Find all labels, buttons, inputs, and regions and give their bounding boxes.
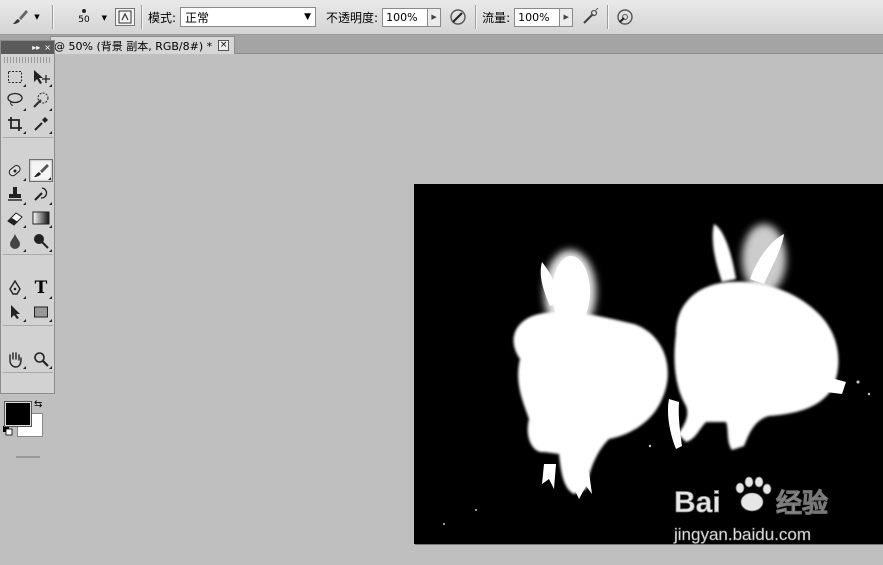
brush-tool-icon[interactable] — [29, 159, 53, 182]
chevron-down-icon: ▼ — [34, 13, 40, 21]
move-tool-icon[interactable] — [29, 65, 53, 88]
path-selection-tool-icon[interactable] — [3, 300, 27, 323]
tablet-opacity-button[interactable] — [447, 6, 469, 28]
foreground-color-swatch[interactable] — [4, 401, 32, 427]
divider — [52, 5, 53, 29]
close-icon[interactable]: × — [44, 43, 51, 52]
baidu-jingyan-watermark: Bai 经验 jingyan.baidu.com — [672, 468, 877, 548]
chevron-down-icon: ▼ — [101, 14, 107, 22]
swap-colors-icon[interactable]: ⇆ — [34, 399, 42, 410]
options-bar: ▼ 50 ▼ 模式: 正常 ▼ 不透明度: 100% ▶ 流量: 100% ▶ — [0, 0, 883, 35]
watermark-logo-suffix: 经验 — [776, 488, 828, 518]
chevron-down-icon: ▼ — [304, 12, 312, 22]
lasso-tool-icon[interactable] — [3, 89, 27, 112]
divider — [3, 324, 53, 326]
flow-slider-button[interactable]: ▶ — [560, 7, 574, 27]
airbrush-button[interactable] — [579, 6, 601, 28]
zoom-tool-icon[interactable] — [29, 347, 53, 370]
quick-mask-button[interactable] — [15, 456, 40, 458]
mode-label: 模式: — [148, 10, 177, 25]
flow-input[interactable]: 100% — [514, 7, 561, 27]
airbrush-icon — [583, 8, 599, 24]
document-tab[interactable]: @ 50% (背景 副本, RGB/8#) * × — [50, 36, 235, 54]
pressure-opacity-icon — [450, 9, 466, 25]
tool-preset-picker[interactable]: ▼ — [0, 0, 46, 34]
document-tab-title: @ 50% (背景 副本, RGB/8#) * — [54, 39, 213, 53]
brush-panel-toggle-button[interactable] — [115, 8, 135, 26]
brush-tip-icon — [82, 9, 86, 13]
marquee-tool-icon[interactable] — [3, 65, 27, 88]
type-tool-icon[interactable]: T — [29, 277, 53, 300]
quick-selection-tool-icon[interactable] — [29, 89, 53, 112]
type-glyph: T — [34, 278, 48, 298]
default-colors-icon[interactable] — [3, 426, 13, 436]
divider — [607, 5, 609, 29]
crop-tool-icon[interactable] — [3, 112, 27, 135]
opacity-slider-button[interactable]: ▶ — [428, 7, 442, 27]
history-brush-tool-icon[interactable] — [29, 183, 53, 206]
pen-tool-icon[interactable] — [3, 277, 27, 300]
color-swatches: ⇆ — [1, 398, 54, 450]
tools-panel-header[interactable]: ▸▸ × — [1, 41, 54, 54]
hand-tool-icon[interactable] — [3, 347, 27, 370]
close-icon[interactable]: × — [218, 40, 230, 51]
healing-brush-tool-icon[interactable] — [3, 159, 27, 182]
rabbit-left-silhouette — [513, 250, 668, 499]
divider — [3, 371, 53, 373]
flow-label: 流量: — [482, 10, 511, 25]
baidu-paw-icon — [735, 476, 772, 512]
eraser-tool-icon[interactable] — [3, 206, 27, 229]
rectangle-tool-icon[interactable] — [29, 300, 53, 323]
eyedropper-tool-icon[interactable] — [29, 112, 53, 135]
divider — [3, 254, 53, 255]
dodge-tool-icon[interactable] — [29, 230, 53, 253]
tools-panel: ▸▸ × T ⇆ — [0, 40, 55, 458]
divider — [3, 136, 53, 138]
clone-stamp-tool-icon[interactable] — [3, 183, 27, 206]
watermark-logo-text: Bai — [674, 486, 721, 519]
opacity-label: 不透明度: — [326, 10, 379, 25]
watermark-url: jingyan.baidu.com — [673, 525, 811, 544]
mode-value: 正常 — [185, 10, 210, 25]
pressure-size-icon — [617, 9, 633, 25]
brush-icon — [13, 10, 29, 24]
blur-tool-icon[interactable] — [3, 230, 27, 253]
brush-preset-picker[interactable]: 50 ▼ — [59, 0, 109, 34]
divider — [141, 5, 142, 29]
document-tab-strip: @ 50% (背景 副本, RGB/8#) * × — [0, 35, 883, 54]
gradient-tool-icon[interactable] — [29, 206, 53, 229]
collapse-icon[interactable]: ▸▸ — [32, 43, 40, 52]
brush-panel-icon — [118, 10, 132, 24]
rabbit-right-silhouette — [667, 224, 846, 450]
opacity-input[interactable]: 100% — [382, 7, 429, 27]
brush-size: 50 — [78, 15, 90, 25]
mode-select[interactable]: 正常 ▼ — [180, 7, 317, 27]
tablet-size-button[interactable] — [614, 6, 636, 28]
divider — [475, 5, 477, 29]
